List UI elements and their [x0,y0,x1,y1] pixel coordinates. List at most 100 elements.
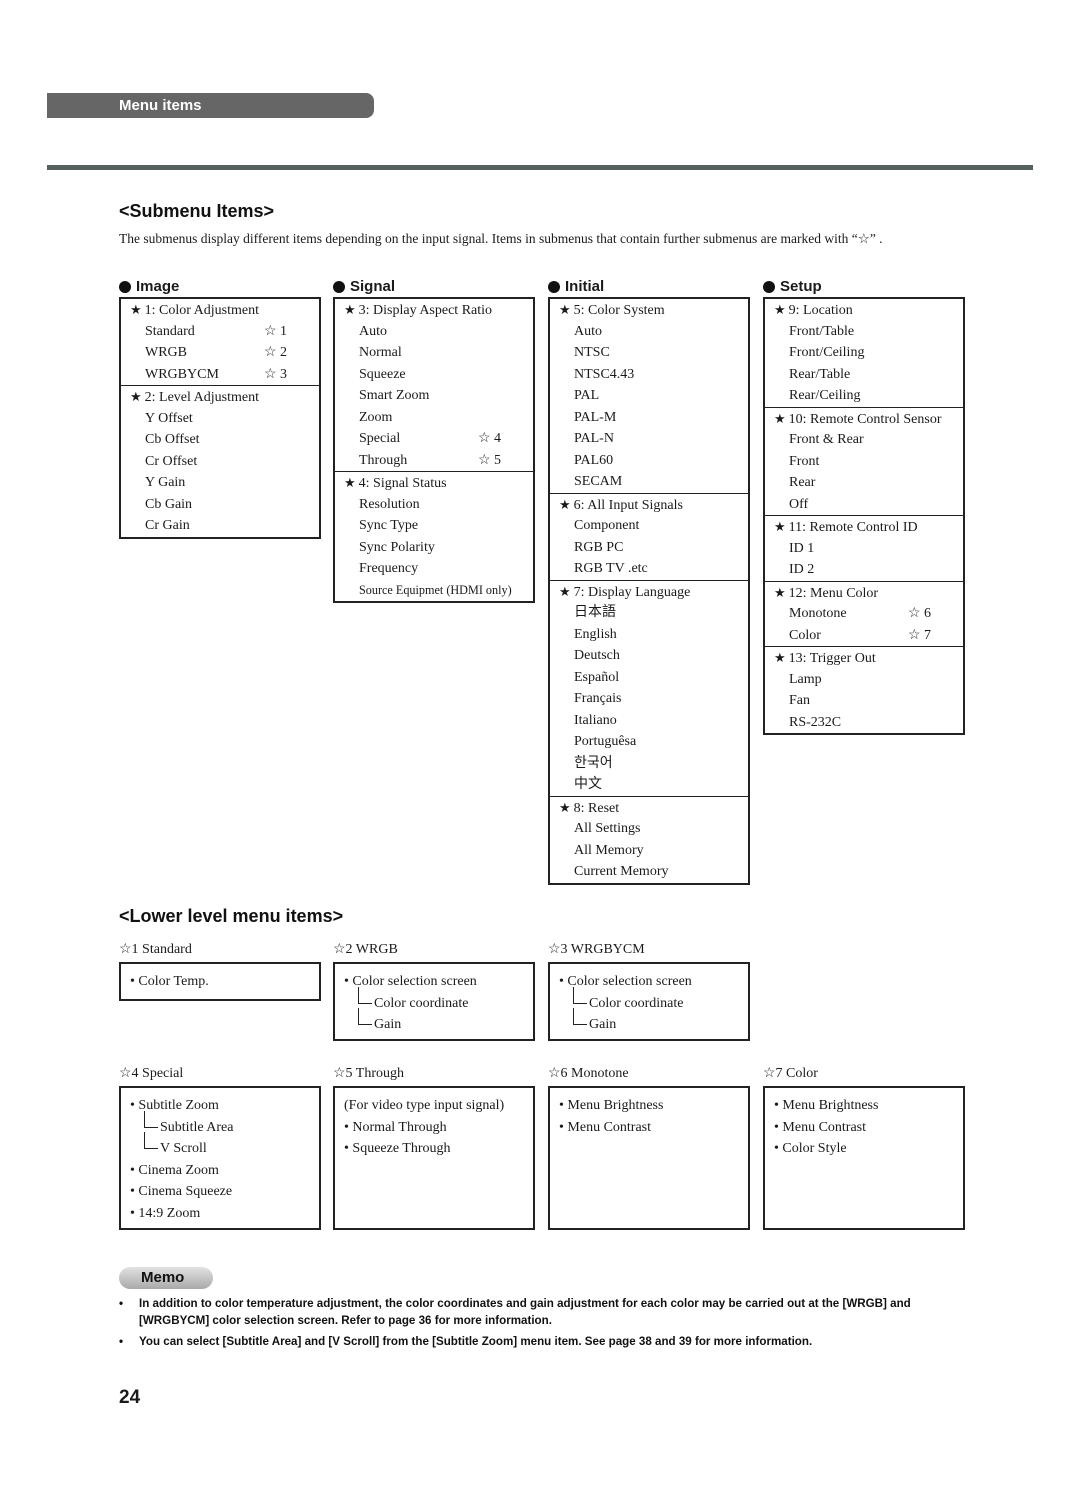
submenu-item: Cr Gain [121,515,319,537]
submenu-item: Portuguêsa [550,731,748,753]
submenu-item: ID 1 [765,538,963,560]
submenu-item-text: Portuguêsa [574,734,637,749]
lower-menu-line: • Cinema Squeeze [130,1181,319,1203]
submenu-item-text: PAL-M [574,409,617,425]
lower-menu-line: • Normal Through [344,1117,533,1139]
submenu-item-text: Component [574,518,640,533]
submenu-item-text: Y Offset [145,410,193,426]
submenu-item-text: Resolution [359,496,420,512]
submenu-item: Rear/Ceiling [765,385,963,407]
submenu-item: PAL [550,385,748,407]
lower-menu-box: • Color selection screen Color coordinate… [333,962,535,1041]
submenu-group: ★ 11: Remote Control ID ID 1 ID 2 [765,515,963,581]
lower-menu-line-text: 14:9 Zoom [138,1205,201,1221]
submenu-item: Standard ☆ 1 [121,321,319,343]
lower-menu-line-text: Color Temp. [138,974,209,989]
submenu-item-text: WRGB [145,345,187,360]
submenu-item-text: PAL [574,388,600,403]
lower-menu-line-text: Color Style [782,1141,847,1156]
lower-menu-box: • Subtitle Zoom Subtitle Area V Scroll • Ci… [119,1086,321,1230]
submenu-item: Source Equipmet (HDMI only) [335,580,533,602]
submenu-group-title: ★ 3: Display Aspect Ratio [335,299,533,321]
lower-menu-line: • Color Temp. [130,971,319,993]
filled-star-icon: ★ [344,475,356,490]
lower-menu-line: • Subtitle Zoom [130,1095,319,1117]
submenu-group-title-text: 2: Level Adjustment [144,390,259,405]
bullet-dot-icon: • [774,1119,779,1135]
submenu-item-text: SECAM [574,474,623,489]
submenu-group-title-text: 10: Remote Control Sensor [788,411,942,427]
column-heading-label: Initial [565,277,605,295]
submenu-group: ★ 4: Signal Status Resolution Sync Type Sync… [335,471,533,601]
submenu-item-text: Through [359,452,408,468]
column-heading: Initial [548,276,750,297]
memo-badge: Memo [119,1267,213,1289]
filled-star-icon: ★ [774,302,786,317]
submenu-item: NTSC [550,342,748,364]
submenu-group-title: ★ 8: Reset [550,797,748,819]
submenu-item-text: Front/Ceiling [789,345,865,360]
lower-menu-label: ☆3 WRGBYCM [548,942,645,957]
lower-menu-line: • Squeeze Through [344,1138,533,1160]
lower-menu-line-text: V Scroll [160,1141,207,1156]
submenu-item: NTSC4.43 [550,364,748,386]
submenu-item: Through ☆ 5 [335,450,533,472]
submenu-group-title: ★ 6: All Input Signals [550,494,748,516]
submenu-item: All Memory [550,840,748,862]
column-heading-label: Signal [350,277,396,295]
lower-menu-line-text: Color coordinate [589,995,684,1011]
lower-menu-line: • Menu Contrast [774,1117,963,1139]
submenu-item: Auto [550,321,748,343]
column-heading: Image [119,276,321,297]
submenu-item-text: Current Memory [574,864,669,879]
submenu-item: Smart Zoom [335,385,533,407]
submenu-item-text: All Memory [574,842,644,858]
submenu-item-text: Cb Gain [145,496,193,512]
submenu-item-text: Français [574,691,622,706]
submenu-item: Cr Offset [121,451,319,473]
submenu-item-text: Auto [574,323,602,339]
bullet-dot-icon: • [774,1098,779,1113]
submenu-item: Rear [765,472,963,494]
submenu-item: Cb Offset [121,429,319,451]
lower-menu-line: • Color selection screen [344,971,533,993]
tree-connector-icon [358,986,372,1004]
submenu-item: PAL-N [550,428,748,450]
lower-level-heading: <Lower level menu items> [119,906,344,926]
submenu-item: Fan [765,690,963,712]
submenu-column-initial: Initial ★ 5: Color System Auto NTSC NTSC4.43 P… [548,276,750,885]
lower-menu-line-text: Squeeze Through [352,1141,451,1156]
lower-menu-line-text: Menu Brightness [567,1098,664,1113]
submenu-item-text: 한국어 [574,755,613,771]
submenu-item: SECAM [550,471,748,493]
section-tab-menu-items: Menu items [47,93,374,118]
lower-menu-box: • Color Temp. [119,962,321,1001]
submenu-link-star-icon: ☆ 4 [478,431,502,446]
submenu-item-text: WRGBYCM [145,366,219,382]
filled-star-icon: ★ [130,389,142,404]
submenu-item: RGB TV .etc [550,558,748,580]
submenu-item-text: Monotone [789,606,847,621]
submenu-item-text: Italiano [574,712,617,728]
submenu-group-title: ★ 12: Menu Color [765,582,963,604]
lower-menu-line-text: (For video type input signal) [344,1098,505,1113]
submenu-item: Frequency [335,558,533,580]
submenu-item-text: Sync Polarity [359,539,435,555]
submenu-group: ★ 8: Reset All Settings All Memory Current M… [550,795,748,883]
bullet-dot-icon: • [130,1205,135,1221]
filled-star-icon: ★ [559,302,571,317]
lower-menu-line: Gain [344,1008,533,1036]
bullet-dot-icon: • [130,1162,135,1178]
lower-menu-label: ☆7 Color [763,1066,818,1081]
filled-star-icon: ★ [559,583,571,599]
tree-connector-icon [358,1008,372,1025]
submenu-item: Resolution [335,494,533,516]
lower-menu-line-text: Normal Through [352,1119,447,1135]
submenu-item: Lamp [765,669,963,691]
submenu-group: ★ 7: Display Language 日本語 English Deutsch Esp… [550,579,748,796]
tree-connector-icon [573,986,587,1004]
tree-connector-icon [144,1132,158,1149]
submenu-item-text: Lamp [789,671,822,687]
submenu-item-text: Off [789,496,809,512]
lower-menu-line-text: Gain [374,1017,402,1032]
